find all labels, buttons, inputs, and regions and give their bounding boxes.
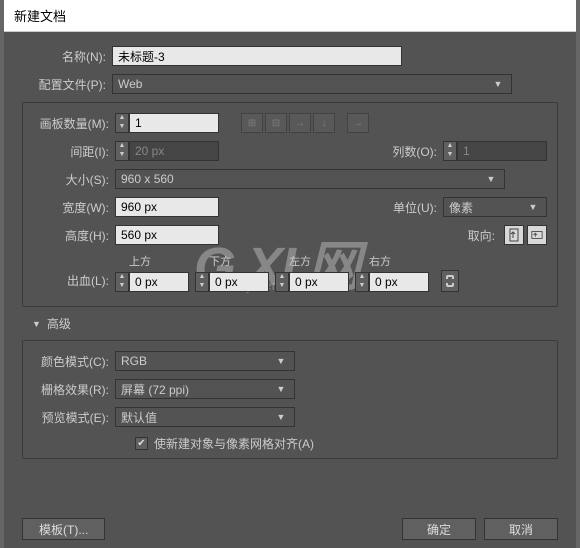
chevron-down-icon: ▼ [490, 79, 506, 89]
raster-dropdown[interactable]: 屏幕 (72 ppi) ▼ [115, 379, 295, 399]
units-dropdown[interactable]: 像素 ▼ [443, 197, 547, 217]
profile-dropdown[interactable]: Web ▼ [112, 74, 512, 94]
colormode-value: RGB [121, 354, 147, 368]
bleed-link-button[interactable] [441, 270, 459, 292]
size-value: 960 x 560 [121, 172, 174, 186]
artboard-count-stepper[interactable]: ▲▼ [115, 113, 129, 133]
bleed-left-input[interactable] [289, 272, 349, 292]
orientation-portrait-button[interactable] [504, 225, 524, 245]
arrange-custom-icon[interactable]: → [347, 113, 369, 133]
bleed-left-stepper[interactable]: ▲▼ [275, 272, 289, 292]
advanced-label: 高级 [47, 315, 71, 332]
preview-label: 预览模式(E): [25, 409, 115, 426]
arrange-col-icon[interactable]: ↓ [313, 113, 335, 133]
preview-dropdown[interactable]: 默认值 ▼ [115, 407, 295, 427]
arrange-grid-col-icon[interactable]: ⊟ [265, 113, 287, 133]
artboard-count-input[interactable] [129, 113, 219, 133]
bleed-bottom-stepper[interactable]: ▲▼ [195, 272, 209, 292]
width-label: 宽度(W): [25, 199, 115, 216]
name-input[interactable] [112, 46, 402, 66]
bleed-right-header: 右方 [355, 253, 391, 269]
bleed-label: 出血(L): [25, 272, 115, 292]
align-grid-checkbox[interactable]: ✔ [135, 437, 148, 450]
advanced-section-toggle[interactable]: ▼ 高级 [32, 315, 558, 332]
document-settings-group: 画板数量(M): ▲▼ ⊞ ⊟ → ↓ → 间距(I): ▲▼ 列数(O): ▲… [22, 102, 558, 307]
raster-label: 栅格效果(R): [25, 381, 115, 398]
templates-button[interactable]: 模板(T)... [22, 518, 105, 540]
dialog-footer: 模板(T)... 确定 取消 [22, 518, 558, 540]
columns-stepper[interactable]: ▲▼ [443, 141, 457, 161]
ok-button[interactable]: 确定 [402, 518, 476, 540]
bleed-left-header: 左方 [275, 253, 311, 269]
size-label: 大小(S): [25, 171, 115, 188]
chevron-down-icon: ▼ [273, 356, 289, 366]
units-value: 像素 [449, 199, 473, 216]
triangle-down-icon: ▼ [32, 319, 41, 329]
align-grid-label: 使新建对象与像素网格对齐(A) [154, 435, 314, 452]
new-document-dialog: 新建文档 G XI 网 system.com 名称(N): 配置文件(P): W… [4, 0, 576, 546]
columns-label: 列数(O): [375, 143, 443, 160]
spacing-label: 间距(I): [25, 143, 115, 160]
chevron-down-icon: ▼ [273, 384, 289, 394]
profile-label: 配置文件(P): [22, 76, 112, 93]
chevron-down-icon: ▼ [525, 202, 541, 212]
name-label: 名称(N): [22, 48, 112, 65]
units-label: 单位(U): [375, 199, 443, 216]
advanced-group: 颜色模式(C): RGB ▼ 栅格效果(R): 屏幕 (72 ppi) ▼ 预览… [22, 340, 558, 459]
orientation-landscape-button[interactable] [527, 225, 547, 245]
dialog-title: 新建文档 [4, 0, 576, 32]
raster-value: 屏幕 (72 ppi) [121, 381, 189, 398]
bleed-right-input[interactable] [369, 272, 429, 292]
dialog-body: G XI 网 system.com 名称(N): 配置文件(P): Web ▼ … [4, 32, 576, 548]
chevron-down-icon: ▼ [273, 412, 289, 422]
chevron-down-icon: ▼ [483, 174, 499, 184]
preview-value: 默认值 [121, 409, 157, 426]
colormode-dropdown[interactable]: RGB ▼ [115, 351, 295, 371]
spacing-stepper[interactable]: ▲▼ [115, 141, 129, 161]
bleed-top-stepper[interactable]: ▲▼ [115, 272, 129, 292]
bleed-top-header: 上方 [115, 253, 151, 269]
colormode-label: 颜色模式(C): [25, 353, 115, 370]
size-dropdown[interactable]: 960 x 560 ▼ [115, 169, 505, 189]
width-input[interactable] [115, 197, 219, 217]
bleed-bottom-header: 下方 [195, 253, 231, 269]
spacing-input [129, 141, 219, 161]
profile-value: Web [118, 77, 142, 91]
cancel-button[interactable]: 取消 [484, 518, 558, 540]
columns-input [457, 141, 547, 161]
bleed-top-input[interactable] [129, 272, 189, 292]
bleed-right-stepper[interactable]: ▲▼ [355, 272, 369, 292]
artboard-count-label: 画板数量(M): [25, 115, 115, 132]
arrange-grid-row-icon[interactable]: ⊞ [241, 113, 263, 133]
arrange-row-icon[interactable]: → [289, 113, 311, 133]
bleed-bottom-input[interactable] [209, 272, 269, 292]
height-label: 高度(H): [25, 227, 115, 244]
orientation-label: 取向: [451, 227, 501, 244]
height-input[interactable] [115, 225, 219, 245]
